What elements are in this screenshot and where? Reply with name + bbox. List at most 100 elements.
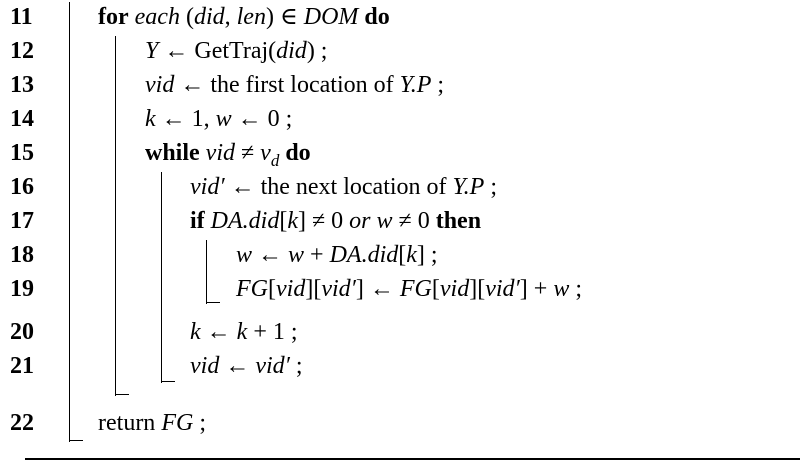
code-token: ; — [193, 410, 206, 436]
code-token: len — [236, 4, 266, 30]
code-token: , — [224, 4, 237, 30]
code-line: k ← 1, w ← 0 ; — [145, 105, 292, 133]
block-line-for — [115, 36, 116, 396]
line-number: 15 — [10, 140, 34, 166]
code-token: ( — [179, 4, 194, 30]
code-token: for — [98, 4, 129, 30]
block-foot-for — [115, 394, 129, 395]
block-foot-outer — [69, 440, 83, 441]
code-token: vid′ — [321, 276, 356, 302]
code-token: w — [236, 242, 253, 268]
code-token: ← GetTraj( — [158, 38, 277, 64]
code-token: then — [435, 208, 482, 234]
block-line-outer — [69, 2, 70, 442]
line-number: 14 — [10, 106, 34, 132]
code-line: return FG ; — [98, 409, 206, 437]
code-token: DA.did — [329, 242, 399, 268]
code-token: ] ← — [355, 276, 400, 302]
code-token: w — [215, 106, 232, 132]
block-foot-if — [206, 302, 220, 303]
code-token: each — [128, 4, 180, 30]
code-token: k — [190, 319, 201, 345]
code-token: ≠ 0 — [392, 208, 436, 234]
code-token: return — [98, 410, 162, 436]
code-token: ← 0 ; — [231, 106, 293, 132]
code-token: vid — [145, 72, 175, 98]
block-line-while — [161, 172, 162, 383]
line-number: 20 — [10, 319, 34, 345]
code-token: ] ≠ 0 — [298, 208, 350, 234]
code-token: k — [236, 319, 248, 345]
code-token: FG — [236, 276, 268, 302]
code-token: [ — [431, 276, 440, 302]
code-token: ; — [569, 276, 582, 302]
code-token: ][ — [469, 276, 486, 302]
code-token: vid — [199, 140, 235, 166]
code-token: k — [406, 242, 417, 268]
code-token: ; — [484, 174, 498, 200]
code-token: ) ∈ — [265, 4, 304, 30]
code-token: v — [260, 140, 271, 166]
code-token: ) ; — [306, 38, 328, 64]
code-token: ][ — [305, 276, 322, 302]
line-number: 18 — [10, 242, 34, 268]
code-token: ← — [219, 353, 256, 379]
code-token: k — [145, 106, 156, 132]
code-token: w — [553, 276, 570, 302]
code-token: [ — [268, 276, 276, 302]
code-token: or — [349, 208, 371, 234]
line-number: 22 — [10, 410, 34, 436]
code-line: vid ← vid′ ; — [190, 352, 303, 380]
code-token: w — [288, 242, 305, 268]
code-token: Y — [145, 38, 159, 64]
code-token: do — [279, 140, 311, 166]
code-token: vid — [439, 276, 470, 302]
code-token: vid′ — [485, 276, 520, 302]
code-token: if — [190, 208, 205, 234]
code-token: FG — [399, 276, 432, 302]
code-token: vid′ — [190, 174, 225, 200]
code-token: vid — [190, 353, 220, 379]
code-line: while vid ≠ vd do — [145, 139, 311, 175]
code-token: do — [358, 4, 390, 30]
line-number: 11 — [10, 4, 33, 30]
code-token: DA.did — [204, 208, 280, 234]
code-token: ] + — [519, 276, 554, 302]
code-line: w ← w + DA.did[k] ; — [236, 241, 438, 269]
code-token: DOM — [303, 4, 359, 30]
code-token: w — [376, 208, 393, 234]
code-token: ← 1, — [155, 106, 216, 132]
line-number: 16 — [10, 174, 34, 200]
code-token: ; — [289, 353, 303, 379]
code-token: FG — [161, 410, 194, 436]
code-token: ] ; — [416, 242, 438, 268]
code-token: ← the first location of — [174, 72, 400, 98]
code-token: vid — [276, 276, 306, 302]
code-token: Y.P — [452, 174, 485, 200]
code-token: ← the next location of — [224, 174, 453, 200]
code-token: + 1 ; — [247, 319, 298, 345]
code-token: vid′ — [255, 353, 290, 379]
line-number: 13 — [10, 72, 34, 98]
code-line: for each (did, len) ∈ DOM do — [98, 3, 390, 31]
code-line: vid ← the first location of Y.P ; — [145, 71, 444, 99]
line-number: 19 — [10, 276, 34, 302]
code-line: FG[vid][vid′] ← FG[vid][vid′] + w ; — [236, 275, 582, 303]
code-token: ← — [200, 319, 237, 345]
code-line: k ← k + 1 ; — [190, 318, 298, 346]
code-line: vid′ ← the next location of Y.P ; — [190, 173, 497, 201]
code-token: ← — [252, 242, 289, 268]
code-token: k — [287, 208, 298, 234]
code-token: Y.P — [399, 72, 432, 98]
code-token: + — [304, 242, 330, 268]
block-line-if — [206, 240, 207, 304]
line-number: 12 — [10, 38, 34, 64]
code-token: ≠ — [235, 140, 261, 166]
line-number: 17 — [10, 208, 34, 234]
code-token: did — [193, 4, 225, 30]
line-number: 21 — [10, 353, 34, 379]
code-token: did — [276, 38, 307, 64]
code-token: while — [145, 140, 200, 166]
bottom-rule — [25, 458, 800, 460]
code-line: Y ← GetTraj(did) ; — [145, 37, 327, 65]
